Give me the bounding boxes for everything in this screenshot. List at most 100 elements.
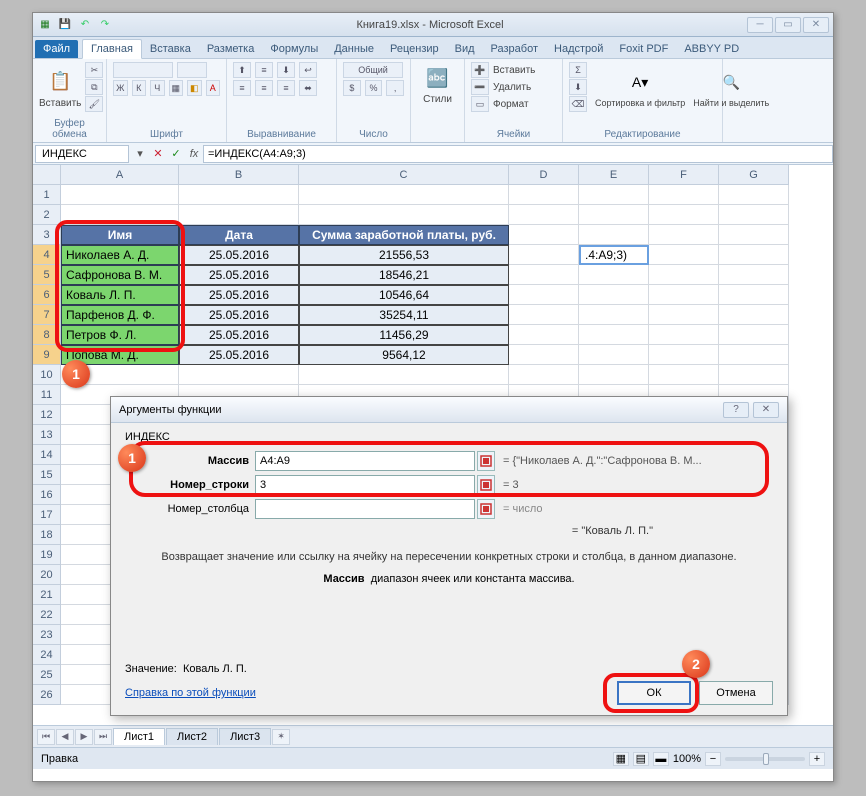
fill-color-button[interactable]: ◧ xyxy=(187,80,202,96)
arg-row-range-picker[interactable] xyxy=(477,475,495,495)
formula-input[interactable]: =ИНДЕКС(A4:A9;3) xyxy=(203,145,833,163)
cell-F3[interactable] xyxy=(649,225,719,245)
cancel-formula-icon[interactable]: ✕ xyxy=(149,145,167,163)
sheet-nav-first[interactable]: ⏮ xyxy=(37,729,55,745)
font-size[interactable] xyxy=(177,62,207,78)
row-header-4[interactable]: 4 xyxy=(33,245,61,265)
col-header-E[interactable]: E xyxy=(579,165,649,185)
cell-E1[interactable] xyxy=(579,185,649,205)
redo-icon[interactable]: ↷ xyxy=(97,17,113,33)
col-header-D[interactable]: D xyxy=(509,165,579,185)
cut-icon[interactable]: ✂ xyxy=(85,62,103,78)
row-header-23[interactable]: 23 xyxy=(33,625,61,645)
cell-C3[interactable]: Сумма заработной платы, руб. xyxy=(299,225,509,245)
view-layout-icon[interactable]: ▤ xyxy=(633,752,649,766)
cell-A4[interactable]: Николаев А. Д. xyxy=(61,245,179,265)
maximize-button[interactable]: ▭ xyxy=(775,17,801,33)
clear-button[interactable]: ⌫ xyxy=(569,96,587,112)
row-header-1[interactable]: 1 xyxy=(33,185,61,205)
cell-C7[interactable]: 35254,11 xyxy=(299,305,509,325)
cell-G4[interactable] xyxy=(719,245,789,265)
cell-F10[interactable] xyxy=(649,365,719,385)
wrap-text[interactable]: ↩ xyxy=(299,62,317,78)
cell-C4[interactable]: 21556,53 xyxy=(299,245,509,265)
align-left[interactable]: ≡ xyxy=(233,80,251,96)
row-header-3[interactable]: 3 xyxy=(33,225,61,245)
percent-button[interactable]: % xyxy=(365,80,383,96)
align-right[interactable]: ≡ xyxy=(277,80,295,96)
cell-F5[interactable] xyxy=(649,265,719,285)
col-header-F[interactable]: F xyxy=(649,165,719,185)
tab-formulas[interactable]: Формулы xyxy=(262,40,326,58)
sheet-nav-prev[interactable]: ◀ xyxy=(56,729,74,745)
undo-icon[interactable]: ↶ xyxy=(77,17,93,33)
cell-G1[interactable] xyxy=(719,185,789,205)
cell-D6[interactable] xyxy=(509,285,579,305)
cell-G8[interactable] xyxy=(719,325,789,345)
row-header-26[interactable]: 26 xyxy=(33,685,61,705)
row-header-6[interactable]: 6 xyxy=(33,285,61,305)
arg-array-range-picker[interactable] xyxy=(477,451,495,471)
row-header-7[interactable]: 7 xyxy=(33,305,61,325)
italic-button[interactable]: К xyxy=(132,80,147,96)
cell-D1[interactable] xyxy=(509,185,579,205)
arg-array-input[interactable]: A4:A9 xyxy=(255,451,475,471)
tab-view[interactable]: Вид xyxy=(447,40,483,58)
row-header-22[interactable]: 22 xyxy=(33,605,61,625)
sheet-tab-2[interactable]: Лист2 xyxy=(166,728,218,745)
dialog-ok-button[interactable]: ОК xyxy=(617,681,691,705)
tab-abbyy[interactable]: ABBYY PD xyxy=(676,40,747,58)
cell-B9[interactable]: 25.05.2016 xyxy=(179,345,299,365)
cell-G2[interactable] xyxy=(719,205,789,225)
cell-B4[interactable]: 25.05.2016 xyxy=(179,245,299,265)
arg-col-range-picker[interactable] xyxy=(477,499,495,519)
col-header-B[interactable]: B xyxy=(179,165,299,185)
row-header-19[interactable]: 19 xyxy=(33,545,61,565)
cell-C8[interactable]: 11456,29 xyxy=(299,325,509,345)
cell-D5[interactable] xyxy=(509,265,579,285)
cell-F6[interactable] xyxy=(649,285,719,305)
row-header-24[interactable]: 24 xyxy=(33,645,61,665)
new-sheet-button[interactable]: ✶ xyxy=(272,729,290,745)
cell-G9[interactable] xyxy=(719,345,789,365)
cell-E10[interactable] xyxy=(579,365,649,385)
accept-formula-icon[interactable]: ✓ xyxy=(167,145,185,163)
cell-C10[interactable] xyxy=(299,365,509,385)
zoom-in-button[interactable]: + xyxy=(809,752,825,766)
select-all-corner[interactable] xyxy=(33,165,61,185)
cell-A1[interactable] xyxy=(61,185,179,205)
cell-B10[interactable] xyxy=(179,365,299,385)
cell-F8[interactable] xyxy=(649,325,719,345)
sheet-nav-next[interactable]: ▶ xyxy=(75,729,93,745)
cell-E5[interactable] xyxy=(579,265,649,285)
row-header-20[interactable]: 20 xyxy=(33,565,61,585)
cell-A6[interactable]: Коваль Л. П. xyxy=(61,285,179,305)
cell-B5[interactable]: 25.05.2016 xyxy=(179,265,299,285)
sheet-tab-3[interactable]: Лист3 xyxy=(219,728,271,745)
cell-C5[interactable]: 18546,21 xyxy=(299,265,509,285)
namebox-dropdown-icon[interactable]: ▾ xyxy=(131,145,149,163)
cell-D9[interactable] xyxy=(509,345,579,365)
cell-F4[interactable] xyxy=(649,245,719,265)
fill-button[interactable]: ⬇ xyxy=(569,79,587,95)
cell-C9[interactable]: 9564,12 xyxy=(299,345,509,365)
cell-G5[interactable] xyxy=(719,265,789,285)
cell-G7[interactable] xyxy=(719,305,789,325)
cell-B7[interactable]: 25.05.2016 xyxy=(179,305,299,325)
zoom-out-button[interactable]: − xyxy=(705,752,721,766)
col-header-G[interactable]: G xyxy=(719,165,789,185)
fx-icon[interactable]: fx xyxy=(185,145,203,163)
row-header-2[interactable]: 2 xyxy=(33,205,61,225)
row-header-8[interactable]: 8 xyxy=(33,325,61,345)
align-top[interactable]: ⬆ xyxy=(233,62,251,78)
cell-E7[interactable] xyxy=(579,305,649,325)
cell-B6[interactable]: 25.05.2016 xyxy=(179,285,299,305)
row-header-10[interactable]: 10 xyxy=(33,365,61,385)
row-header-12[interactable]: 12 xyxy=(33,405,61,425)
sheet-tab-1[interactable]: Лист1 xyxy=(113,728,165,745)
cell-G6[interactable] xyxy=(719,285,789,305)
row-header-17[interactable]: 17 xyxy=(33,505,61,525)
cell-E4[interactable]: .4:A9;3) xyxy=(579,245,649,265)
align-bot[interactable]: ⬇ xyxy=(277,62,295,78)
col-header-A[interactable]: A xyxy=(61,165,179,185)
